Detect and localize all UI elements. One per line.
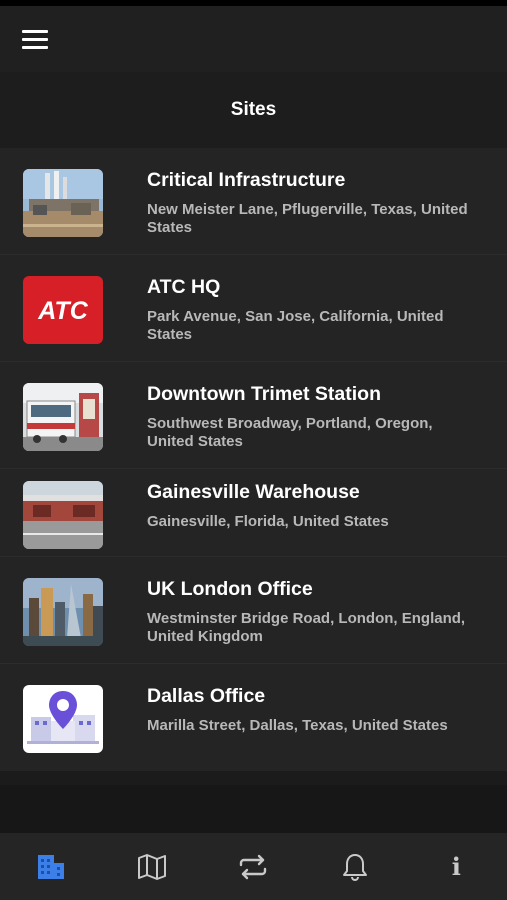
site-item-downtown-trimet-station[interactable]: Downtown Trimet Station Southwest Broadw… — [0, 362, 507, 469]
city-skyline-thumbnail — [23, 578, 103, 646]
site-name: Gainesville Warehouse — [147, 481, 360, 503]
atc-logo-thumbnail: ATC — [23, 276, 103, 344]
site-name: UK London Office — [147, 578, 313, 600]
map-pin-building-thumbnail — [23, 685, 103, 753]
bottom-navigation: i — [0, 833, 507, 900]
bell-icon — [342, 853, 367, 881]
train-station-thumbnail — [23, 383, 103, 451]
nav-sites[interactable] — [21, 842, 81, 892]
site-name: ATC HQ — [147, 276, 221, 298]
site-name: Downtown Trimet Station — [147, 383, 381, 405]
nav-transfer[interactable] — [223, 842, 283, 892]
site-address: Marilla Street, Dallas, Texas, United St… — [147, 717, 448, 734]
industrial-plant-thumbnail — [23, 169, 103, 237]
site-address: Southwest Broadway, Portland, Oregon, Un… — [147, 415, 433, 450]
site-address: Park Avenue, San Jose, California, Unite… — [147, 308, 444, 343]
site-list: Critical Infrastructure New Meister Lane… — [0, 148, 507, 771]
site-address: Westminster Bridge Road, London, England… — [147, 610, 466, 645]
building-icon — [37, 854, 64, 879]
atc-logo-text: ATC — [37, 297, 88, 325]
list-footer — [0, 785, 507, 833]
site-name: Critical Infrastructure — [147, 169, 346, 191]
site-address: Gainesville, Florida, United States — [147, 513, 389, 530]
repeat-arrows-icon — [240, 854, 267, 879]
title-bar: Sites — [0, 72, 507, 148]
site-address: New Meister Lane, Pflugerville, Texas, U… — [147, 201, 468, 236]
site-name: Dallas Office — [147, 685, 266, 707]
nav-map[interactable] — [122, 842, 182, 892]
nav-info[interactable]: i — [426, 842, 486, 892]
warehouse-thumbnail — [23, 481, 103, 549]
site-item-critical-infrastructure[interactable]: Critical Infrastructure New Meister Lane… — [0, 148, 507, 255]
site-item-uk-london-office[interactable]: UK London Office Westminster Bridge Road… — [0, 557, 507, 664]
top-app-bar — [0, 6, 507, 72]
nav-notifications[interactable] — [325, 842, 385, 892]
info-icon: i — [451, 852, 461, 881]
map-icon — [138, 853, 167, 880]
site-item-gainesville-warehouse[interactable]: Gainesville Warehouse Gainesville, Flori… — [0, 469, 507, 557]
site-item-dallas-office[interactable]: Dallas Office Marilla Street, Dallas, Te… — [0, 664, 507, 771]
page-title: Sites — [230, 99, 277, 120]
hamburger-menu-icon[interactable] — [22, 24, 58, 54]
site-item-atc-hq[interactable]: ATC ATC HQ Park Avenue, San Jose, Califo… — [0, 255, 507, 362]
